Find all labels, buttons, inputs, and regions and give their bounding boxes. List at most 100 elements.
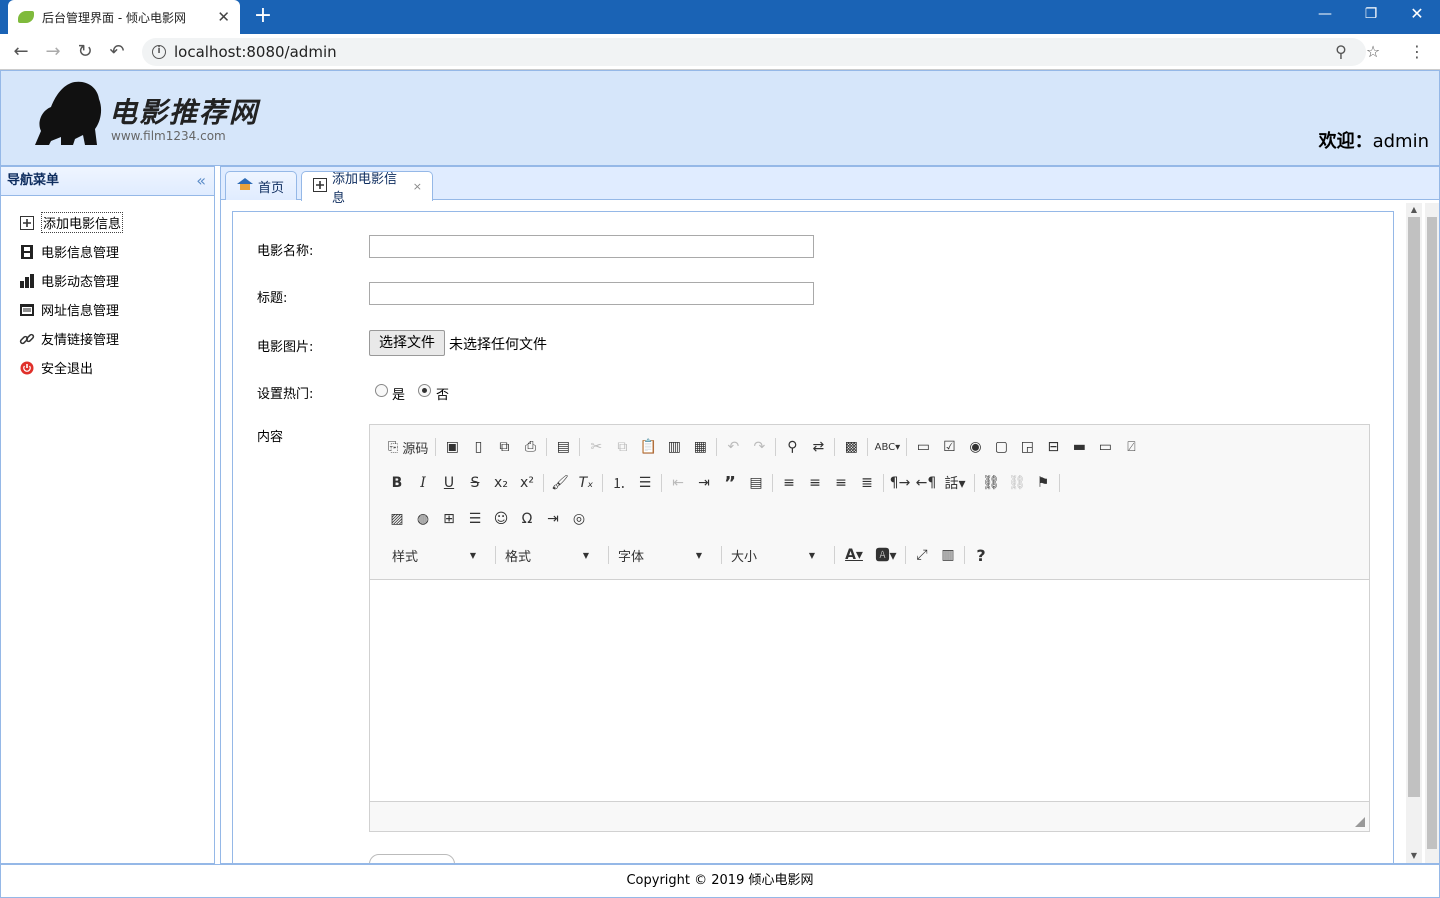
text-color-icon[interactable]: A▾ [838,542,870,568]
tab-add-movie[interactable]: 添加电影信息 × [301,171,433,206]
bookmark-star-icon[interactable]: ☆ [1362,41,1384,63]
rtl-icon[interactable]: ←¶ [913,470,939,496]
unlink-icon[interactable]: ⛓ [1004,470,1030,496]
undo-icon[interactable]: ↶ [106,41,128,63]
sidebar-item-link-manage[interactable]: 友情链接管理 [1,324,214,353]
bold-icon[interactable]: B [384,470,410,496]
window-close-icon[interactable]: ✕ [1394,0,1440,30]
align-right-icon[interactable]: ≡ [828,470,854,496]
hidden-field-icon[interactable]: ⍁ [1118,434,1144,460]
horizontal-rule-icon[interactable]: ☰ [462,506,488,532]
textarea-icon[interactable]: ◲ [1014,434,1040,460]
table-icon[interactable]: ⊞ [436,506,462,532]
page-break-icon[interactable]: ⇥ [540,506,566,532]
hot-no-radio[interactable] [418,384,431,397]
image-button-icon[interactable]: ▭ [1092,434,1118,460]
smiley-icon[interactable]: ☺ [488,506,514,532]
editor-content-area[interactable] [370,580,1369,801]
align-left-icon[interactable]: ≡ [776,470,802,496]
cut-icon[interactable]: ✂ [583,434,609,460]
select-icon[interactable]: ⊟ [1040,434,1066,460]
format-combo[interactable]: 格式 ▼ [499,542,595,568]
copy-icon[interactable]: ⧉ [609,434,635,460]
italic-icon[interactable]: I [410,470,436,496]
restore-icon[interactable]: ❐ [1348,0,1394,30]
sidebar-item-logout[interactable]: 安全退出 [1,353,214,382]
help-icon[interactable]: ? [968,542,994,568]
ltr-icon[interactable]: ¶→ [887,470,913,496]
preview-icon[interactable]: ⧉ [491,434,517,460]
size-combo[interactable]: 大小 ▼ [725,542,821,568]
browser-tab[interactable]: 后台管理界面 - 倾心电影网 ✕ [8,0,240,34]
sidebar-item-site-manage[interactable]: 网址信息管理 [1,295,214,324]
menu-dots-icon[interactable]: ⋮ [1406,41,1428,63]
find-icon[interactable]: ⚲ [779,434,805,460]
iframe-icon[interactable]: ◎ [566,506,592,532]
undo-icon[interactable]: ↶ [720,434,746,460]
info-icon[interactable]: i [152,45,166,59]
reload-icon[interactable]: ↻ [74,41,96,63]
copy-format-icon[interactable]: 🖌 [547,470,573,496]
remove-format-icon[interactable]: Tₓ [573,470,599,496]
url-field[interactable]: i localhost:8080/admin [142,38,1366,66]
redo-icon[interactable]: ↷ [746,434,772,460]
sidebar-item-news-manage[interactable]: 电影动态管理 [1,266,214,295]
language-icon[interactable]: 話▾ [939,470,971,496]
frame-scrollbar[interactable] [1425,203,1439,863]
blockquote-icon[interactable]: ” [717,470,743,496]
outdent-icon[interactable]: ⇤ [665,470,691,496]
save-icon[interactable]: ▣ [439,434,465,460]
numbered-list-icon[interactable]: ⒈ [606,470,632,496]
resize-handle-icon[interactable] [1355,817,1365,827]
bg-color-icon[interactable]: 🅰▾ [870,542,902,568]
textfield-icon[interactable]: ▢ [988,434,1014,460]
special-char-icon[interactable]: Ω [514,506,540,532]
paste-text-icon[interactable]: ▥ [661,434,687,460]
scroll-up-icon[interactable]: ▲ [1406,203,1422,217]
minimize-icon[interactable]: — [1302,0,1348,30]
styles-combo[interactable]: 样式 ▼ [386,542,482,568]
replace-icon[interactable]: ⇄ [805,434,831,460]
link-icon[interactable]: ⛓ [978,470,1004,496]
templates-icon[interactable]: ▤ [550,434,576,460]
checkbox-icon[interactable]: ☑ [936,434,962,460]
print-icon[interactable]: ⎙ [517,434,543,460]
anchor-flag-icon[interactable]: ⚑ [1030,470,1056,496]
spellcheck-icon[interactable]: ABC▾ [871,434,903,460]
underline-icon[interactable]: U [436,470,462,496]
scrollbar-thumb[interactable] [1408,217,1420,797]
source-button[interactable]: ⎘ 源码 [384,434,432,460]
choose-file-button[interactable]: 选择文件 [369,330,445,356]
hot-yes-radio[interactable] [375,384,388,397]
button-icon[interactable]: ▬ [1066,434,1092,460]
show-blocks-icon[interactable]: ▥ [935,542,961,568]
strike-icon[interactable]: S [462,470,488,496]
movie-name-input[interactable] [369,235,814,258]
tab-home[interactable]: 首页 [225,171,297,200]
radio-icon[interactable]: ◉ [962,434,988,460]
sidebar-item-movie-manage[interactable]: 电影信息管理 [1,237,214,266]
div-container-icon[interactable]: ▤ [743,470,769,496]
form-icon[interactable]: ▭ [910,434,936,460]
select-all-icon[interactable]: ▩ [838,434,864,460]
font-combo[interactable]: 字体 ▼ [612,542,708,568]
paste-icon[interactable]: 📋 [635,434,661,460]
sidebar-item-add-movie[interactable]: 添加电影信息 [1,208,214,237]
zoom-icon[interactable]: ⚲ [1330,41,1352,63]
align-center-icon[interactable]: ≡ [802,470,828,496]
new-page-icon[interactable]: ▯ [465,434,491,460]
superscript-icon[interactable]: x² [514,470,540,496]
scroll-down-icon[interactable]: ▼ [1406,849,1422,863]
bulleted-list-icon[interactable]: ☰ [632,470,658,496]
flash-icon[interactable]: ◍ [410,506,436,532]
maximize-icon[interactable]: ⤢ [909,542,935,568]
paste-word-icon[interactable]: ▦ [687,434,713,460]
new-tab-button[interactable]: + [252,4,274,28]
back-icon[interactable]: ← [10,41,32,63]
collapse-icon[interactable]: « [196,167,206,195]
forward-icon[interactable]: → [42,41,64,63]
scrollbar-thumb[interactable] [1427,217,1437,849]
tab-close-icon[interactable]: ✕ [217,8,230,26]
subscript-icon[interactable]: x₂ [488,470,514,496]
image-icon[interactable]: ▨ [384,506,410,532]
